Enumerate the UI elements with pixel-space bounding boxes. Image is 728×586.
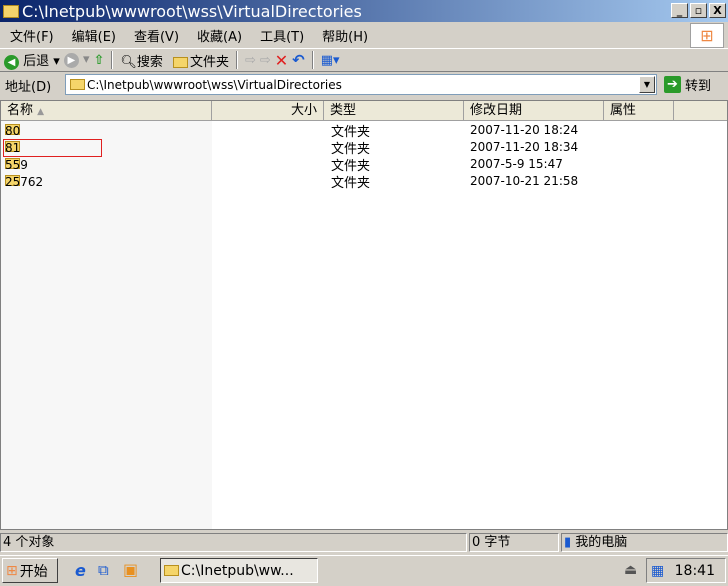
column-header-modified[interactable]: 修改日期: [464, 101, 604, 121]
file-modified: 2007-11-20 18:34: [470, 140, 579, 154]
file-name: 80: [5, 124, 21, 138]
file-row[interactable]: 81 文件夹 2007-11-20 18:34: [1, 139, 721, 157]
column-header-attributes[interactable]: 属性: [604, 101, 674, 121]
restore-button[interactable]: ▫: [690, 3, 707, 18]
address-bar: 地址(D) C:\Inetpub\wwwroot\wss\VirtualDire…: [0, 72, 728, 98]
go-button[interactable]: ➔ 转到: [664, 75, 711, 94]
title-bar: C:\Inetpub\wwwroot\wss\VirtualDirectorie…: [0, 0, 728, 22]
system-tray: ▦ 18:41: [646, 558, 726, 583]
column-header-size[interactable]: 大小: [212, 101, 324, 121]
minimize-button[interactable]: _: [671, 3, 688, 18]
file-row[interactable]: 25762 文件夹 2007-10-21 21:58: [1, 173, 721, 191]
search-button[interactable]: 🔍︎搜索: [120, 51, 163, 70]
menu-favorites[interactable]: 收藏(A): [197, 26, 242, 45]
folder-icon: [172, 56, 188, 68]
file-row[interactable]: 80 文件夹 2007-11-20 18:24: [1, 122, 721, 140]
network-icon[interactable]: ▦: [651, 563, 664, 579]
highlight-box: [3, 139, 102, 157]
delete-icon[interactable]: ✕: [275, 51, 288, 70]
forward-button[interactable]: ▶ ▾: [63, 52, 90, 68]
address-dropdown-button[interactable]: ▼: [639, 76, 655, 93]
back-button[interactable]: ◀ 后退 ▾: [4, 50, 60, 70]
status-bytes: 0 字节: [469, 533, 559, 552]
file-name: 559: [5, 158, 28, 172]
forward-arrow-icon: ▶: [63, 53, 79, 68]
column-header-type[interactable]: 类型: [324, 101, 464, 121]
status-objects: 4 个对象: [0, 533, 467, 552]
folder-icon: [70, 79, 85, 90]
go-label: 转到: [685, 79, 712, 94]
windows-flag-icon: ⊞: [6, 562, 18, 579]
status-bar: 4 个对象 0 字节 ▮ 我的电脑: [0, 531, 728, 553]
undo-icon[interactable]: ↶: [292, 51, 305, 69]
back-arrow-icon: ◀: [4, 55, 19, 70]
menu-view[interactable]: 查看(V): [134, 26, 179, 45]
taskbar-window-button[interactable]: C:\Inetpub\ww...: [160, 558, 318, 583]
toolbar: ◀ 后退 ▾ ▶ ▾ ⇧ 🔍︎搜索 文件夹 ⇨ ⇨ ✕ ↶ ▦▾: [0, 48, 728, 72]
file-type: 文件夹: [331, 176, 371, 191]
menu-file[interactable]: 文件(F): [10, 26, 54, 45]
folder-icon: [164, 565, 179, 576]
internet-explorer-icon[interactable]: e: [75, 561, 86, 580]
outlook-express-icon[interactable]: ⧉: [98, 561, 109, 579]
menu-tools[interactable]: 工具(T): [260, 26, 304, 45]
search-label: 搜索: [136, 54, 163, 70]
clock[interactable]: 18:41: [675, 563, 715, 579]
up-folder-icon[interactable]: ⇧: [94, 53, 105, 68]
computer-icon: ▮: [564, 535, 572, 550]
close-button[interactable]: X: [709, 3, 726, 18]
address-label: 地址(D): [5, 79, 52, 95]
menu-edit[interactable]: 编辑(E): [72, 26, 116, 45]
window-title: C:\Inetpub\wwwroot\wss\VirtualDirectorie…: [22, 1, 362, 21]
search-icon: 🔍︎: [120, 54, 137, 70]
address-input[interactable]: C:\Inetpub\wwwroot\wss\VirtualDirectorie…: [65, 74, 657, 95]
copy-to-icon[interactable]: ⇨: [260, 53, 271, 68]
desktop-icon[interactable]: ▣: [123, 560, 138, 579]
start-label: 开始: [19, 563, 48, 580]
column-header-filler: [674, 101, 727, 121]
taskbar-window-label: C:\Inetpub\ww...: [181, 562, 294, 579]
windows-logo-icon: ⊞: [690, 23, 724, 48]
address-value: C:\Inetpub\wwwroot\wss\VirtualDirectorie…: [87, 77, 342, 92]
back-label: 后退: [23, 54, 50, 69]
column-header-name[interactable]: 名称 ▲: [1, 101, 212, 121]
file-modified: 2007-10-21 21:58: [470, 174, 579, 188]
menu-bar: 文件(F) 编辑(E) 查看(V) 收藏(A) 工具(T) 帮助(H): [0, 22, 690, 48]
folder-icon: [3, 4, 19, 18]
taskbar: ⊞ 开始 e ⧉ ▣ C:\Inetpub\ww... ⏏ ▦ 18:41: [0, 555, 728, 586]
folders-label: 文件夹: [189, 54, 229, 70]
views-button[interactable]: ▦▾: [321, 53, 340, 68]
status-location: ▮ 我的电脑: [561, 533, 728, 552]
file-row[interactable]: 559 文件夹 2007-5-9 15:47: [1, 156, 721, 174]
go-arrow-icon: ➔: [664, 76, 681, 93]
folders-button[interactable]: 文件夹: [172, 51, 229, 70]
menu-help[interactable]: 帮助(H): [322, 26, 368, 45]
file-name: 25762: [5, 175, 44, 189]
move-to-icon[interactable]: ⇨: [245, 53, 256, 68]
file-modified: 2007-5-9 15:47: [470, 157, 563, 171]
file-modified: 2007-11-20 18:24: [470, 123, 579, 137]
file-list[interactable]: 名称 ▲ 大小 类型 修改日期 属性 80 文件夹 2007-11-20 18:…: [0, 100, 728, 530]
start-button[interactable]: ⊞ 开始: [2, 558, 58, 583]
tray-usb-icon[interactable]: ⏏: [624, 562, 637, 578]
